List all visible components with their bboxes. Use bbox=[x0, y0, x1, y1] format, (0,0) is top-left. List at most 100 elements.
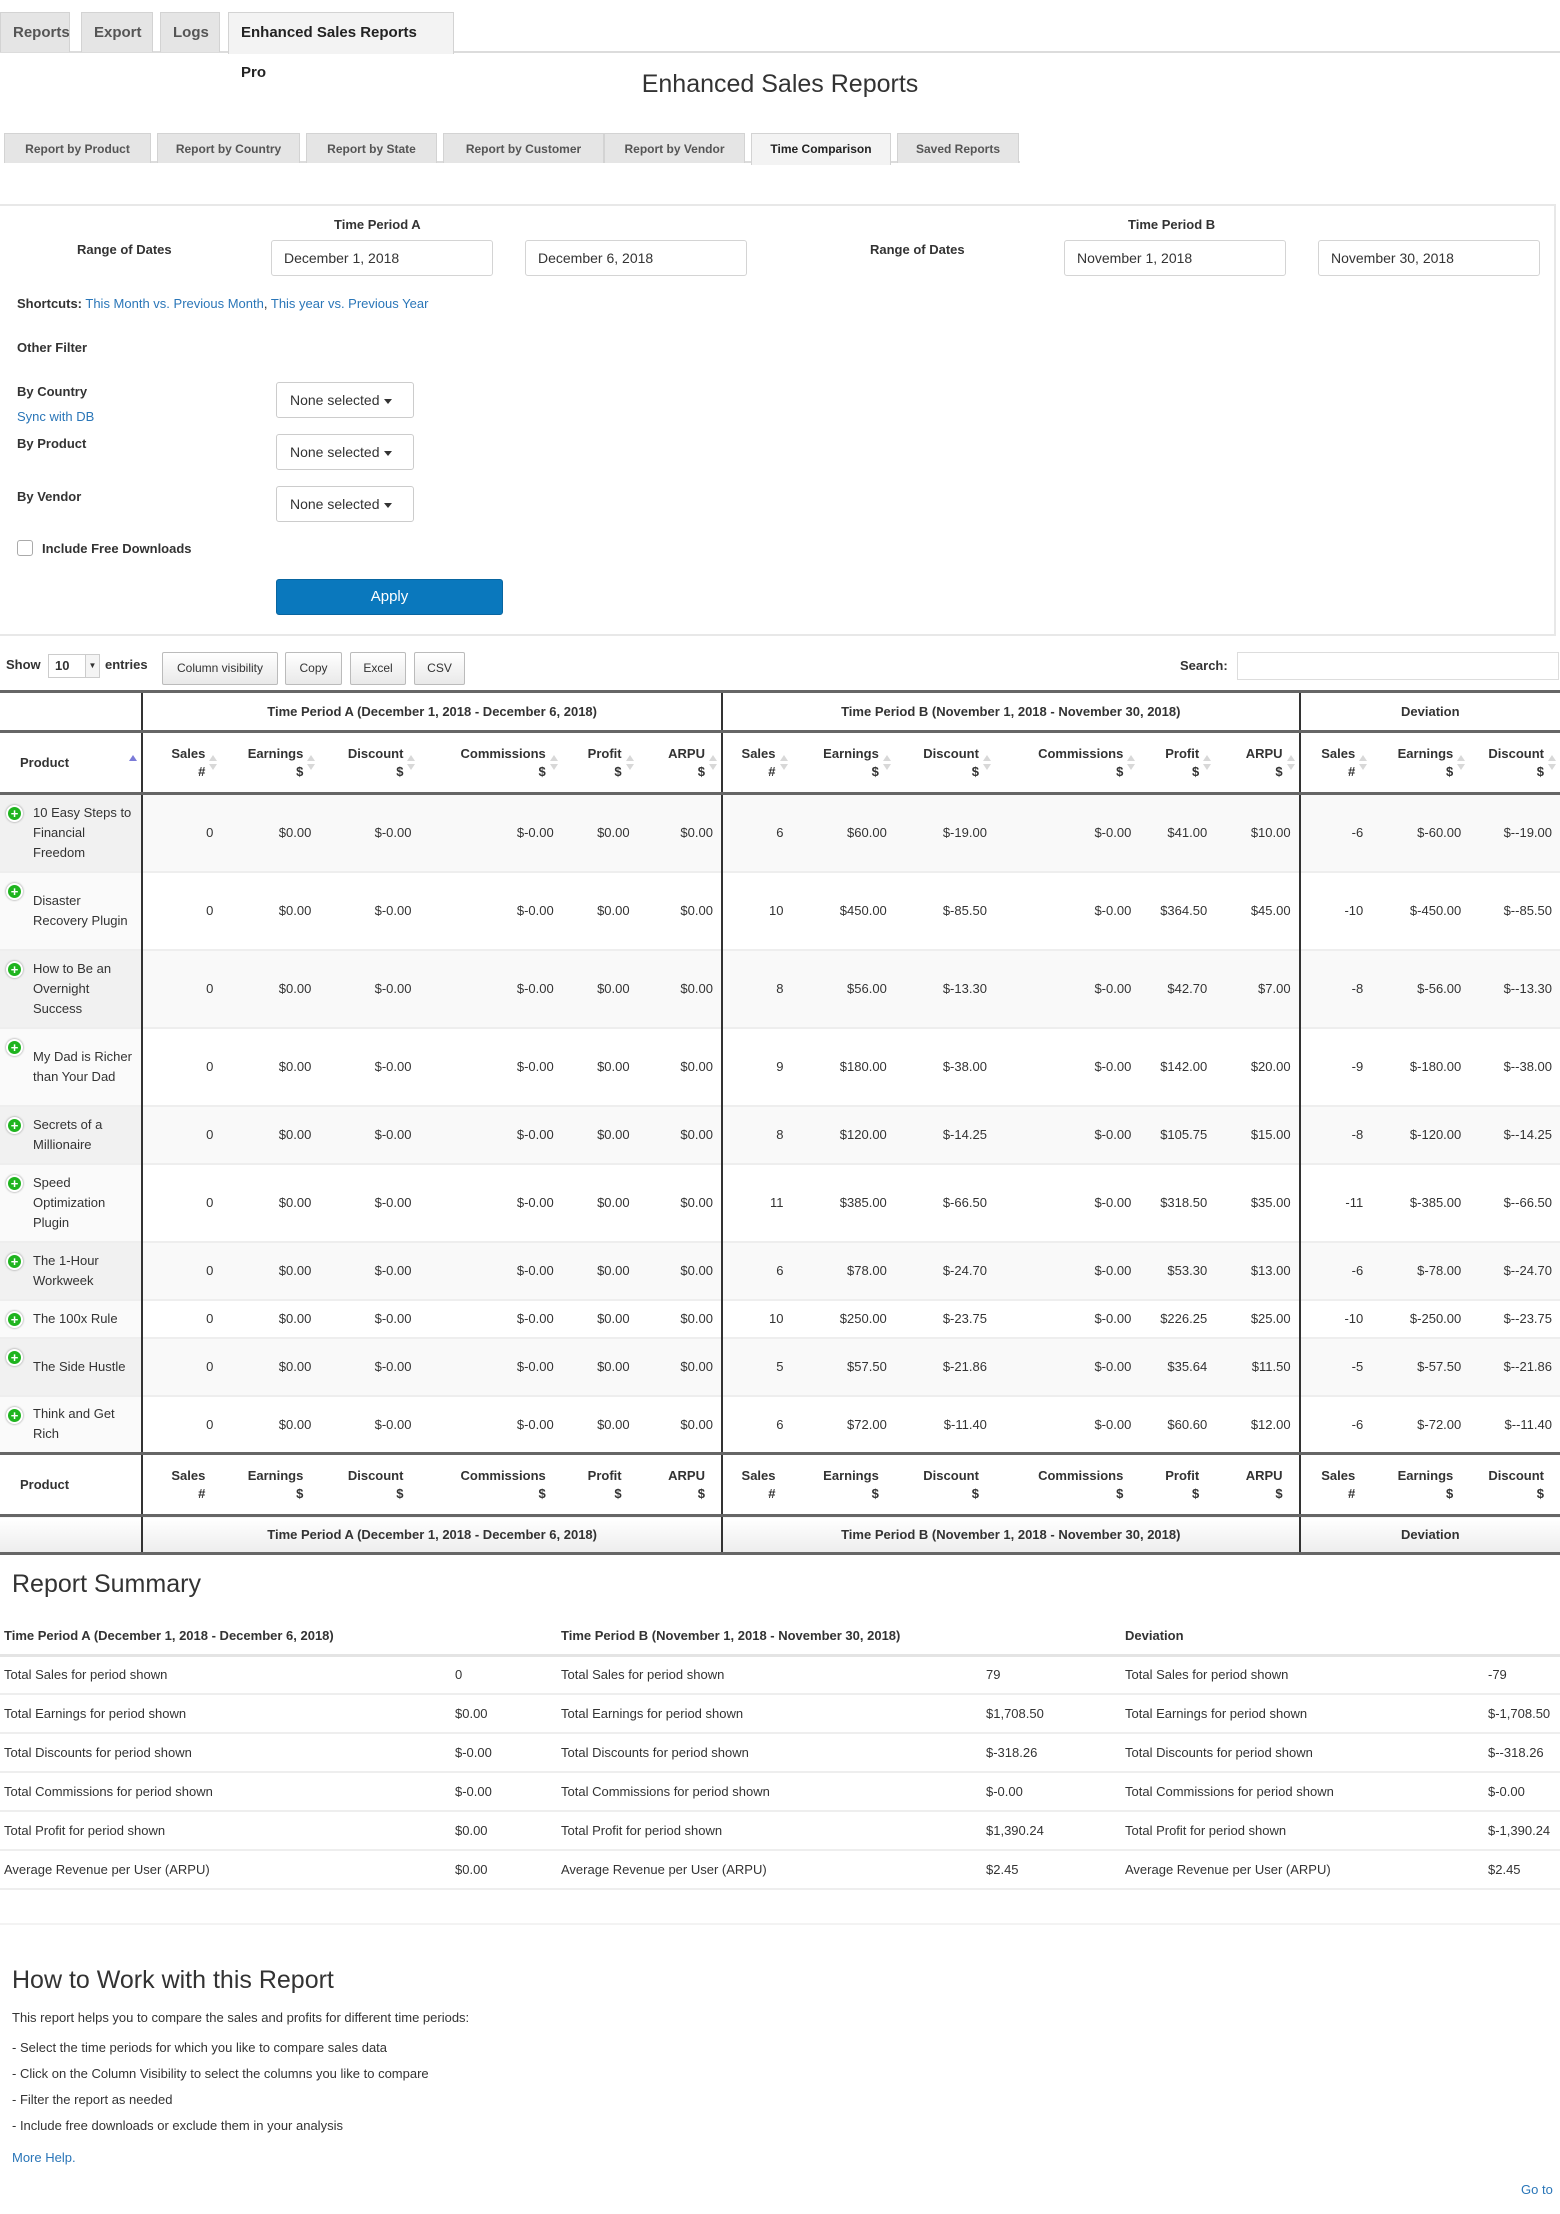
column-header-discount[interactable]: Discount $ bbox=[894, 731, 995, 795]
tab-reports[interactable]: Reports bbox=[0, 12, 70, 52]
tab-report-by-product[interactable]: Report by Product bbox=[4, 133, 151, 163]
tab-logs[interactable]: Logs bbox=[160, 12, 220, 52]
tab-saved-reports[interactable]: Saved Reports bbox=[897, 133, 1019, 163]
column-header-commissions[interactable]: Commissions $ bbox=[994, 731, 1140, 795]
column-header-earnings[interactable]: Earnings $ bbox=[221, 731, 320, 795]
csv-button[interactable]: CSV bbox=[414, 652, 465, 685]
report-summary-title: Report Summary bbox=[12, 1570, 201, 1598]
search-input[interactable] bbox=[1237, 652, 1559, 680]
expand-row-plus-icon[interactable]: + bbox=[6, 960, 23, 978]
go-to-top-link[interactable]: Go to bbox=[1521, 2182, 1553, 2197]
tab-report-by-state[interactable]: Report by State bbox=[306, 133, 437, 163]
expand-row-plus-icon[interactable]: + bbox=[6, 1116, 23, 1134]
sync-with-db-link[interactable]: Sync with DB bbox=[17, 409, 94, 424]
table-row: + The 1-Hour Workweek 0 $0.00 $-0.00 $-0.00 $0… bbox=[0, 1240, 1560, 1300]
sort-icon bbox=[882, 755, 891, 773]
summary-label: Total Commissions for period shown bbox=[0, 1772, 451, 1812]
summary-value-b: $-0.00 bbox=[982, 1772, 1121, 1812]
table-cell: $0.00 bbox=[221, 870, 320, 950]
expand-row-plus-icon[interactable]: + bbox=[6, 1252, 23, 1270]
footer-group-empty bbox=[0, 1515, 143, 1555]
product-cell: + Secrets of a Millionaire bbox=[0, 1104, 143, 1164]
expand-row-plus-icon[interactable]: + bbox=[6, 1038, 23, 1056]
period-b-start-date-input[interactable]: November 1, 2018 bbox=[1064, 240, 1286, 276]
shortcut-this-year-link[interactable]: This year vs. Previous Year bbox=[271, 296, 429, 311]
table-cell: 6 bbox=[720, 1240, 792, 1300]
expand-row-plus-icon[interactable]: + bbox=[6, 805, 23, 822]
column-header-sales[interactable]: Sales # bbox=[141, 731, 222, 795]
column-header-label: Discount bbox=[1488, 745, 1544, 761]
period-a-start-date-input[interactable]: December 1, 2018 bbox=[271, 240, 493, 276]
apply-button[interactable]: Apply bbox=[276, 579, 503, 615]
table-cell: $-0.00 bbox=[419, 948, 562, 1028]
table-cell: 0 bbox=[141, 1104, 222, 1164]
group-header-deviation: Deviation bbox=[1298, 690, 1560, 733]
summary-value-b: $-318.26 bbox=[982, 1733, 1121, 1773]
table-cell: $-23.75 bbox=[894, 1298, 995, 1338]
table-cell: $--14.25 bbox=[1469, 1104, 1560, 1164]
column-header-discount[interactable]: Discount $ bbox=[319, 731, 420, 795]
column-header-earnings[interactable]: Earnings $ bbox=[791, 731, 895, 795]
column-header-unit: $ bbox=[296, 1485, 304, 1501]
period-a-end-date-input[interactable]: December 6, 2018 bbox=[525, 240, 747, 276]
more-help-link[interactable]: More Help. bbox=[12, 2150, 76, 2165]
table-cell: $-24.70 bbox=[894, 1240, 995, 1300]
table-cell: 5 bbox=[720, 1336, 792, 1396]
expand-row-plus-icon[interactable]: + bbox=[6, 1174, 23, 1192]
expand-row-plus-icon[interactable]: + bbox=[6, 1348, 23, 1366]
table-cell: $0.00 bbox=[221, 1298, 320, 1338]
excel-button[interactable]: Excel bbox=[350, 652, 406, 685]
expand-row-plus-icon[interactable]: + bbox=[6, 1406, 23, 1424]
table-cell: $--13.30 bbox=[1469, 948, 1560, 1028]
vendor-dropdown[interactable]: None selected bbox=[276, 486, 414, 522]
tab-report-by-vendor[interactable]: Report by Vendor bbox=[604, 133, 745, 163]
column-header-arpu[interactable]: ARPU $ bbox=[1215, 731, 1300, 795]
expand-row-plus-icon[interactable]: + bbox=[6, 1310, 23, 1328]
column-header-label: Profit bbox=[587, 745, 622, 761]
table-cell: $53.30 bbox=[1139, 1240, 1216, 1300]
tab-time-comparison[interactable]: Time Comparison bbox=[751, 133, 891, 165]
column-header-discount[interactable]: Discount $ bbox=[1469, 731, 1560, 795]
column-header-arpu[interactable]: ARPU $ bbox=[637, 731, 722, 795]
table-cell: $35.64 bbox=[1139, 1336, 1216, 1396]
period-b-end-date-input[interactable]: November 30, 2018 bbox=[1318, 240, 1540, 276]
table-cell: $-0.00 bbox=[994, 792, 1140, 872]
table-cell: $0.00 bbox=[637, 948, 722, 1028]
column-header-product[interactable]: Product bbox=[0, 731, 143, 795]
table-cell: 6 bbox=[720, 1394, 792, 1454]
copy-button[interactable]: Copy bbox=[285, 652, 342, 685]
column-header-sales[interactable]: Sales # bbox=[720, 731, 792, 795]
sort-icon bbox=[779, 755, 788, 773]
expand-row-plus-icon[interactable]: + bbox=[6, 882, 23, 900]
column-header-profit[interactable]: Profit $ bbox=[561, 731, 638, 795]
table-cell: $-38.00 bbox=[894, 1026, 995, 1106]
column-header-earnings[interactable]: Earnings $ bbox=[1371, 731, 1470, 795]
country-dropdown[interactable]: None selected bbox=[276, 382, 414, 418]
footer-header-discount: Discount $ bbox=[894, 1452, 995, 1517]
table-cell: $0.00 bbox=[637, 1394, 722, 1454]
summary-value-a: 0 bbox=[451, 1655, 557, 1695]
shortcut-this-month-link[interactable]: This Month vs. Previous Month bbox=[85, 296, 263, 311]
footer-header-arpu: ARPU $ bbox=[1215, 1452, 1300, 1517]
footer-header-profit: Profit $ bbox=[561, 1452, 638, 1517]
entries-length-select[interactable]: 10 ▼ bbox=[48, 654, 100, 678]
column-header-sales[interactable]: Sales # bbox=[1298, 731, 1372, 795]
column-header-profit[interactable]: Profit $ bbox=[1139, 731, 1216, 795]
tab-enhanced-sales-reports-pro[interactable]: Enhanced Sales Reports Pro bbox=[228, 12, 454, 81]
tab-report-by-country[interactable]: Report by Country bbox=[157, 133, 300, 163]
footer-header-sales: Sales # bbox=[141, 1452, 222, 1517]
table-cell: $-14.25 bbox=[894, 1104, 995, 1164]
column-visibility-button[interactable]: Column visibility bbox=[162, 652, 278, 685]
table-row: + Think and Get Rich 0 $0.00 $-0.00 $-0.00 $0.… bbox=[0, 1394, 1560, 1454]
column-header-commissions[interactable]: Commissions $ bbox=[419, 731, 562, 795]
footer-group-period-a: Time Period A (December 1, 2018 - Decemb… bbox=[141, 1515, 722, 1555]
product-dropdown[interactable]: None selected bbox=[276, 434, 414, 470]
include-free-downloads-checkbox[interactable] bbox=[17, 540, 33, 556]
column-header-label: Earnings bbox=[247, 1467, 304, 1483]
tab-report-by-customer[interactable]: Report by Customer bbox=[443, 133, 604, 163]
table-cell: $385.00 bbox=[791, 1162, 895, 1242]
table-cell: $-0.00 bbox=[419, 1394, 562, 1454]
table-cell: 10 bbox=[720, 1298, 792, 1338]
table-cell: $-0.00 bbox=[319, 948, 420, 1028]
tab-export[interactable]: Export bbox=[81, 12, 153, 52]
